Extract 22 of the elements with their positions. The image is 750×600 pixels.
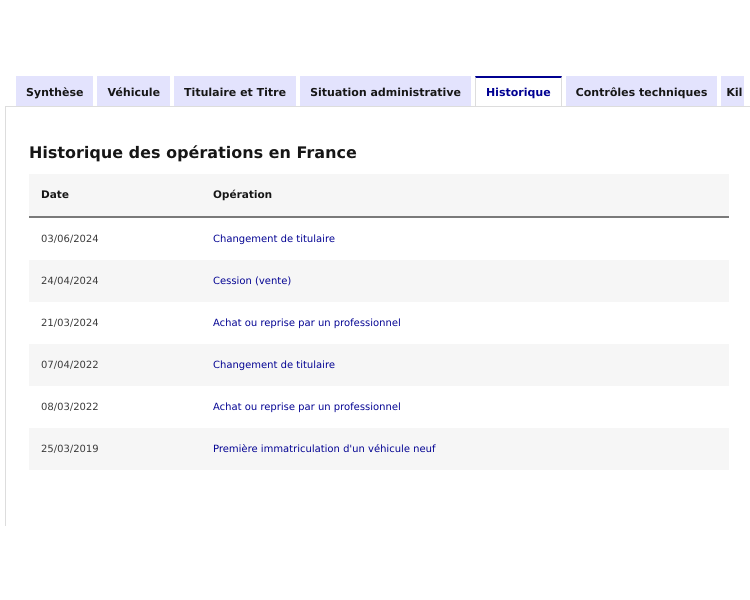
date-text: 07/04/2022 — [41, 360, 99, 370]
tab[interactable]: Véhicule — [97, 76, 170, 106]
tab[interactable]: Historique — [474, 76, 562, 106]
operation-link[interactable]: Cession (vente) — [213, 276, 292, 286]
tab[interactable]: Titulaire et Titre — [174, 76, 296, 106]
column-header: Opération — [201, 174, 729, 217]
section-title: Historique des opérations en France — [29, 143, 358, 162]
operation-link[interactable]: Changement de titulaire — [213, 360, 335, 370]
operation-link[interactable]: Achat ou reprise par un professionnel — [213, 318, 401, 328]
date-text: 21/03/2024 — [41, 318, 99, 328]
date-text: 25/03/2019 — [41, 444, 99, 454]
date-text: 03/06/2024 — [41, 234, 99, 244]
operation-link[interactable]: Première immatriculation d'un véhicule neuf — [213, 444, 436, 454]
operation-link[interactable]: Achat ou reprise par un professionnel — [213, 402, 401, 412]
tab[interactable]: Synthèse — [16, 76, 94, 106]
date-text: 24/04/2024 — [41, 276, 99, 286]
operation-link[interactable]: Changement de titulaire — [213, 234, 335, 244]
tab[interactable]: Contrôles techniques — [566, 76, 718, 106]
tab[interactable]: Kil — [721, 76, 744, 106]
date-text: 08/03/2022 — [41, 402, 99, 412]
tab[interactable]: Situation administrative — [300, 76, 471, 106]
column-header: Date — [29, 174, 201, 217]
